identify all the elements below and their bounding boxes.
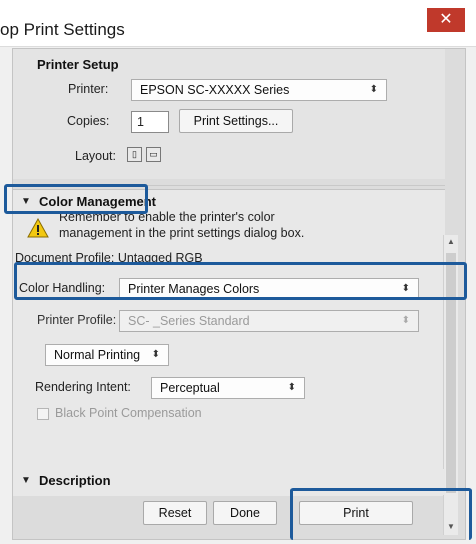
- rendering-intent-label: Rendering Intent:: [35, 380, 131, 394]
- expand-triangle-icon[interactable]: ▼: [21, 475, 31, 486]
- window-title: op Print Settings: [0, 20, 125, 39]
- reset-button[interactable]: Reset: [143, 501, 207, 525]
- scroll-up-icon[interactable]: ▲: [444, 237, 458, 246]
- description-title[interactable]: Description: [39, 473, 111, 488]
- copies-input[interactable]: 1: [131, 111, 169, 133]
- printer-profile-value: SC- _Series Standard: [128, 314, 250, 328]
- color-management-panel: ▼ Color Management Remember to enable th…: [13, 189, 445, 496]
- highlight-color-handling: [14, 262, 467, 300]
- warning-icon: [27, 218, 49, 238]
- rendering-intent-value: Perceptual: [160, 381, 220, 395]
- title-bar: op Print Settings ✕: [0, 0, 476, 47]
- warning-line-2: management in the print settings dialog …: [59, 226, 305, 240]
- printer-label: Printer:: [68, 82, 109, 96]
- layout-label: Layout:: [75, 149, 117, 163]
- print-settings-button[interactable]: Print Settings...: [179, 109, 293, 133]
- close-button[interactable]: ✕: [427, 8, 465, 32]
- rendering-intent-select[interactable]: Perceptual ⬍: [151, 377, 305, 399]
- copies-label: Copies:: [67, 114, 110, 128]
- highlight-color-management: [4, 184, 148, 214]
- select-arrow-icon: ⬍: [369, 84, 378, 95]
- printer-select[interactable]: EPSON SC-XXXXX Series ⬍: [131, 79, 387, 101]
- black-point-label: Black Point Compensation: [55, 406, 202, 420]
- printing-mode-value: Normal Printing: [54, 348, 141, 362]
- printer-profile-select[interactable]: SC- _Series Standard ⬍: [119, 310, 419, 332]
- black-point-checkbox[interactable]: [37, 408, 49, 420]
- printer-setup-title: Printer Setup: [37, 57, 119, 72]
- select-arrow-icon: ⬍: [401, 315, 410, 326]
- printing-mode-select[interactable]: Normal Printing ⬍: [45, 344, 169, 366]
- select-arrow-icon: ⬍: [151, 349, 160, 360]
- print-settings-window: op Print Settings ✕ Printer Setup Printe…: [0, 0, 476, 544]
- printer-setup-section: Printer Setup Printer: EPSON SC-XXXXX Se…: [13, 49, 445, 179]
- landscape-icon[interactable]: ▭: [146, 147, 161, 162]
- done-button[interactable]: Done: [213, 501, 277, 525]
- portrait-icon[interactable]: ▯: [127, 147, 142, 162]
- printer-profile-label: Printer Profile:: [37, 313, 117, 327]
- highlight-print-button: [290, 488, 472, 540]
- printer-value: EPSON SC-XXXXX Series: [140, 83, 290, 97]
- select-arrow-icon: ⬍: [287, 382, 296, 393]
